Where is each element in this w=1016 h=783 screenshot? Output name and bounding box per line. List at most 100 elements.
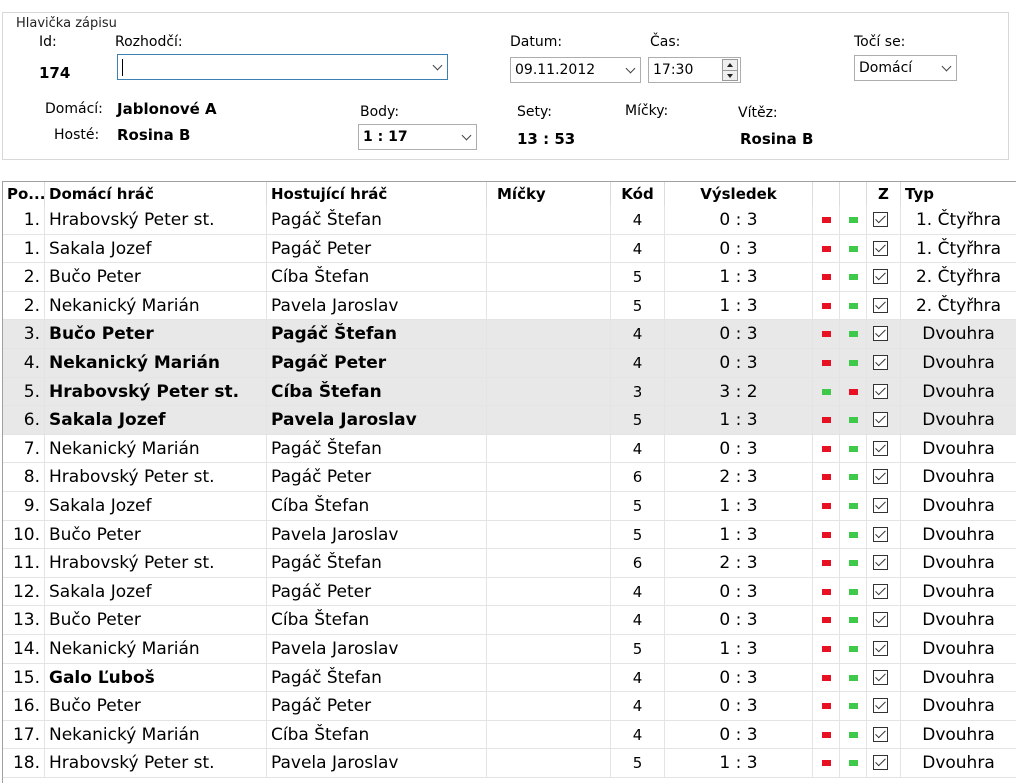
col-mark2-header[interactable] xyxy=(840,182,867,206)
cell-guest-player[interactable]: Cíba Štefan xyxy=(267,377,487,407)
cell-guest-player[interactable]: Pagáč Štefan xyxy=(267,663,487,693)
checkbox-checked-icon[interactable] xyxy=(873,269,888,285)
cell-order[interactable]: 4. xyxy=(3,349,45,378)
cell-order[interactable]: 11. xyxy=(3,549,45,578)
chevron-down-icon[interactable] xyxy=(461,130,472,141)
cell-order[interactable]: 8. xyxy=(3,463,45,492)
cell-order[interactable]: 2. xyxy=(3,263,45,292)
table-row[interactable]: 1. Sakala Jozef Pagáč Peter 4 0 : 3 1. Čtyřhr… xyxy=(3,234,1016,264)
cell-code[interactable]: 4 xyxy=(611,692,665,721)
chevron-down-icon[interactable] xyxy=(625,63,636,74)
cell-result[interactable]: 1 : 3 xyxy=(665,263,813,292)
checkbox-checked-icon[interactable] xyxy=(873,212,888,227)
cell-result[interactable]: 1 : 3 xyxy=(665,492,813,521)
cell-balls[interactable] xyxy=(487,349,611,378)
cell-order[interactable]: 1. xyxy=(3,234,45,264)
cell-code[interactable]: 4 xyxy=(611,206,665,235)
cell-order[interactable]: 12. xyxy=(3,577,45,607)
spin-select[interactable]: Domácí xyxy=(854,55,957,81)
table-row[interactable]: 5. Hrabovský Peter st. Cíba Štefan 3 3 : 2 Dv… xyxy=(3,377,1016,407)
cell-z[interactable] xyxy=(867,291,901,321)
cell-result[interactable]: 0 : 3 xyxy=(665,720,813,750)
cell-code[interactable]: 4 xyxy=(611,720,665,750)
table-row[interactable]: 2. Nekanický Marián Pavela Jaroslav 5 1 : 3 2… xyxy=(3,291,1016,321)
cell-balls[interactable] xyxy=(487,720,611,750)
checkbox-checked-icon[interactable] xyxy=(873,297,888,313)
cell-z[interactable] xyxy=(867,406,901,435)
col-balls-header[interactable]: Míčky xyxy=(487,182,611,206)
cell-z[interactable] xyxy=(867,692,901,721)
cell-code[interactable]: 5 xyxy=(611,492,665,521)
points-value[interactable]: 1 : 17 xyxy=(363,129,408,145)
cell-guest-player[interactable]: Pagáč Štefan xyxy=(267,549,487,578)
cell-guest-player[interactable]: Pagáč Štefan xyxy=(267,434,487,464)
checkbox-checked-icon[interactable] xyxy=(873,698,888,714)
cell-z[interactable] xyxy=(867,349,901,378)
table-row[interactable]: 18. Hrabovský Peter st. Pavela Jaroslav 5 1 … xyxy=(3,749,1016,778)
col-type-header[interactable]: Typ xyxy=(901,182,1016,206)
time-spin-buttons[interactable] xyxy=(722,59,738,81)
checkbox-checked-icon[interactable] xyxy=(873,355,888,370)
cell-balls[interactable] xyxy=(487,377,611,407)
cell-home-player[interactable]: Hrabovský Peter st. xyxy=(45,749,267,778)
cell-order[interactable]: 5. xyxy=(3,377,45,407)
cell-home-player[interactable]: Sakala Jozef xyxy=(45,406,267,435)
cell-guest-player[interactable]: Pagáč Peter xyxy=(267,577,487,607)
cell-balls[interactable] xyxy=(487,577,611,607)
table-row[interactable]: 14. Nekanický Marián Pavela Jaroslav 5 1 : 3… xyxy=(3,635,1016,664)
cell-z[interactable] xyxy=(867,749,901,778)
chevron-down-icon[interactable] xyxy=(432,60,443,71)
cell-type[interactable]: Dvouhra xyxy=(901,349,1016,378)
cell-result[interactable]: 3 : 2 xyxy=(665,377,813,407)
cell-result[interactable]: 0 : 3 xyxy=(665,577,813,607)
cell-result[interactable]: 1 : 3 xyxy=(665,635,813,664)
cell-home-player[interactable]: Nekanický Marián xyxy=(45,434,267,464)
spin-down-button[interactable] xyxy=(723,71,737,81)
cell-home-player[interactable]: Hrabovský Peter st. xyxy=(45,377,267,407)
cell-home-player[interactable]: Bučo Peter xyxy=(45,320,267,349)
cell-z[interactable] xyxy=(867,320,901,349)
cell-balls[interactable] xyxy=(487,291,611,321)
table-row[interactable]: 15. Galo Ľuboš Pagáč Štefan 4 0 : 3 Dvouhra xyxy=(3,663,1016,693)
cell-type[interactable]: Dvouhra xyxy=(901,549,1016,578)
cell-type[interactable]: 1. Čtyřhra xyxy=(901,206,1016,235)
checkbox-checked-icon[interactable] xyxy=(873,555,888,571)
cell-home-player[interactable]: Sakala Jozef xyxy=(45,492,267,521)
chevron-down-icon[interactable] xyxy=(941,61,952,72)
col-home-header[interactable]: Domácí hráč xyxy=(45,182,267,206)
cell-z[interactable] xyxy=(867,663,901,693)
cell-balls[interactable] xyxy=(487,320,611,349)
cell-home-player[interactable]: Hrabovský Peter st. xyxy=(45,206,267,235)
table-row[interactable]: 6. Sakala Jozef Pavela Jaroslav 5 1 : 3 Dvouh… xyxy=(3,406,1016,435)
col-mark1-header[interactable] xyxy=(813,182,840,206)
cell-guest-player[interactable]: Cíba Štefan xyxy=(267,263,487,292)
cell-order[interactable]: 1. xyxy=(3,206,45,235)
spin-up-button[interactable] xyxy=(723,60,737,71)
cell-code[interactable]: 4 xyxy=(611,349,665,378)
cell-code[interactable]: 4 xyxy=(611,606,665,635)
cell-type[interactable]: 2. Čtyřhra xyxy=(901,292,1016,321)
cell-balls[interactable] xyxy=(487,520,611,550)
cell-order[interactable]: 9. xyxy=(3,492,45,521)
cell-home-player[interactable]: Bučo Peter xyxy=(45,606,267,635)
cell-z[interactable] xyxy=(867,377,901,407)
cell-z[interactable] xyxy=(867,520,901,550)
cell-guest-player[interactable]: Pagáč Peter xyxy=(267,349,487,378)
checkbox-checked-icon[interactable] xyxy=(873,326,888,342)
cell-home-player[interactable]: Nekanický Marián xyxy=(45,720,267,750)
col-result-header[interactable]: Výsledek xyxy=(665,182,813,206)
cell-home-player[interactable]: Sakala Jozef xyxy=(45,234,267,264)
cell-home-player[interactable]: Hrabovský Peter st. xyxy=(45,549,267,578)
cell-type[interactable]: 2. Čtyřhra xyxy=(901,263,1016,292)
checkbox-checked-icon[interactable] xyxy=(873,669,888,685)
table-row[interactable]: 7. Nekanický Marián Pagáč Štefan 4 0 : 3 Dvou… xyxy=(3,434,1016,464)
cell-type[interactable]: Dvouhra xyxy=(901,320,1016,349)
cell-balls[interactable] xyxy=(487,606,611,635)
cell-type[interactable]: Dvouhra xyxy=(901,521,1016,550)
cell-order[interactable]: 7. xyxy=(3,434,45,464)
cell-home-player[interactable]: Hrabovský Peter st. xyxy=(45,463,267,492)
cell-code[interactable]: 5 xyxy=(611,406,665,435)
cell-type[interactable]: Dvouhra xyxy=(901,378,1016,407)
time-value[interactable]: 17:30 xyxy=(653,62,693,78)
cell-result[interactable]: 0 : 3 xyxy=(665,349,813,378)
